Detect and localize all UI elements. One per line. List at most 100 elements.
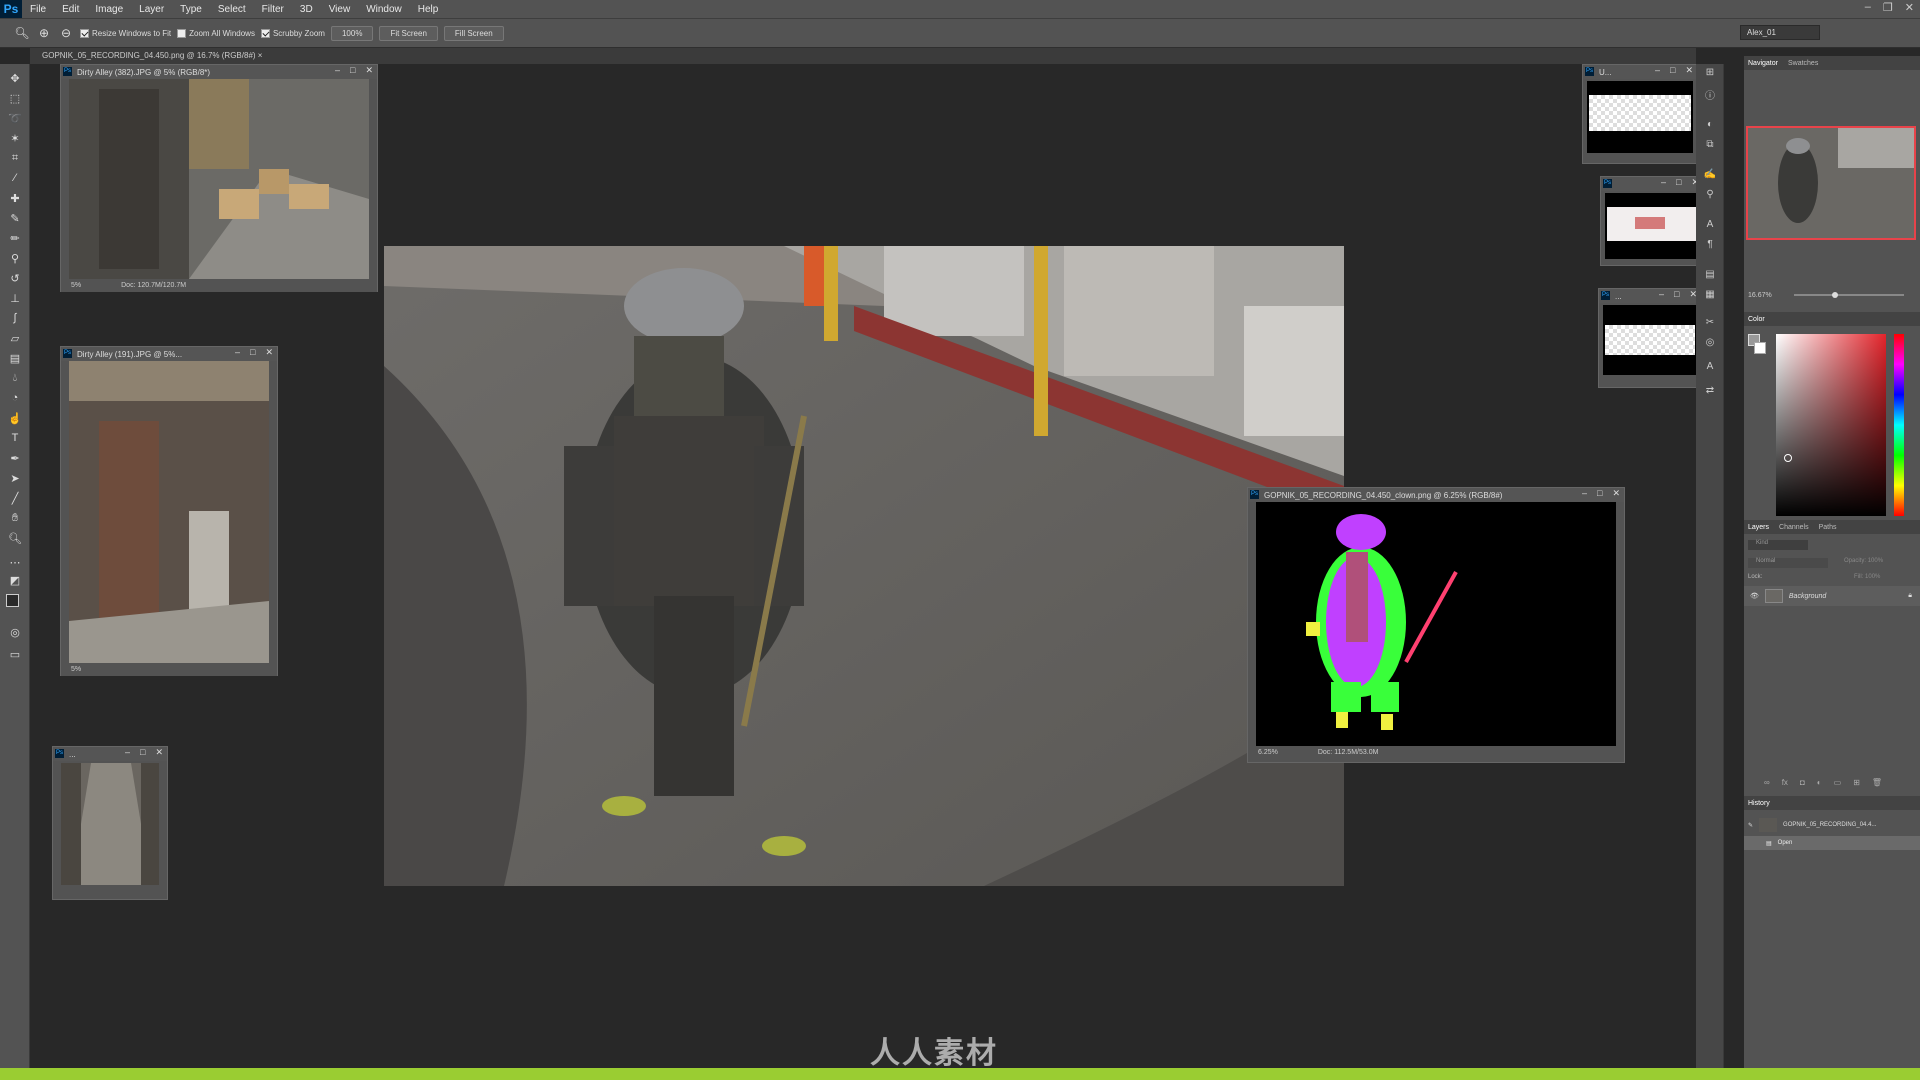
close-icon[interactable]: ✕ <box>1905 1 1914 14</box>
pen-tool-icon[interactable]: ✒ <box>6 450 24 466</box>
pencil-tool-icon[interactable]: ✏ <box>6 230 24 246</box>
minimize-icon[interactable]: – <box>1865 1 1871 14</box>
layer-kind-filter[interactable]: Kind <box>1748 540 1808 550</box>
document-window-u3[interactable]: Ps... – □ ✕ <box>1598 288 1702 388</box>
maximize-icon[interactable]: □ <box>140 747 145 758</box>
marquee-tool-icon[interactable]: ⬚ <box>6 90 24 106</box>
notes-panel-icon[interactable]: ▦ <box>1702 286 1718 302</box>
menu-type[interactable]: Type <box>172 4 210 15</box>
new-group-icon[interactable]: ▭ <box>1834 778 1842 787</box>
maximize-icon[interactable]: □ <box>1674 289 1679 300</box>
minimize-icon[interactable]: – <box>1582 488 1587 499</box>
hue-slider[interactable] <box>1894 334 1904 516</box>
document-tab[interactable]: GOPNIK_05_RECORDING_04.450.png @ 16.7% (… <box>38 51 266 60</box>
scrubby-zoom-checkbox[interactable]: Scrubby Zoom <box>260 28 325 38</box>
link-layers-icon[interactable]: ∞ <box>1764 778 1770 787</box>
zoom-in-icon[interactable]: ⊕ <box>36 25 52 41</box>
fx-icon[interactable]: fx <box>1782 778 1788 787</box>
3d-panel-icon[interactable]: ◎ <box>1702 334 1718 350</box>
gradient-tool-icon[interactable]: ▤ <box>6 350 24 366</box>
delete-layer-icon[interactable]: 🗑︎ <box>1872 778 1882 787</box>
eraser-tool-icon[interactable]: ▱ <box>6 330 24 346</box>
eye-visibility-icon[interactable]: 👁︎ <box>1750 592 1759 600</box>
line-tool-icon[interactable]: ╱ <box>6 490 24 506</box>
clone-stamp-tool-icon[interactable]: ⚲ <box>6 250 24 266</box>
close-icon[interactable]: ✕ <box>1612 488 1620 499</box>
document-window-u2[interactable]: Ps –□✕ <box>1600 176 1704 266</box>
zoom-tool-icon[interactable]: 🔍︎ <box>14 25 30 41</box>
minimize-icon[interactable]: – <box>125 747 130 758</box>
tab-history[interactable]: History <box>1748 800 1770 807</box>
close-icon[interactable]: ✕ <box>155 747 163 758</box>
layer-name[interactable]: Background <box>1789 593 1826 600</box>
menu-image[interactable]: Image <box>87 4 131 15</box>
minimize-icon[interactable]: – <box>1655 65 1660 76</box>
eyedropper-tool-icon[interactable]: ⁄ <box>6 170 24 186</box>
blend-mode-select[interactable]: Normal <box>1748 558 1828 568</box>
maximize-icon[interactable]: □ <box>350 65 355 76</box>
brush-tool-icon[interactable]: ✎ <box>6 210 24 226</box>
opacity-value[interactable]: 100% <box>1868 558 1883 564</box>
close-icon[interactable]: ✕ <box>365 65 373 76</box>
zoom-out-icon[interactable]: ⊖ <box>58 25 74 41</box>
layer-row-background[interactable]: 👁︎ Background 🔒︎ <box>1744 586 1920 606</box>
new-layer-icon[interactable]: ⊞ <box>1853 778 1860 787</box>
workspace-select[interactable]: Alex_01 <box>1740 25 1820 40</box>
fill-screen-button[interactable]: Fill Screen <box>443 25 504 41</box>
menu-select[interactable]: Select <box>210 4 254 15</box>
lasso-tool-icon[interactable]: ➰ <box>6 110 24 126</box>
fit-screen-button[interactable]: Fit Screen <box>379 25 438 41</box>
properties-panel-icon[interactable]: ⇄ <box>1702 382 1718 398</box>
close-icon[interactable]: ✕ <box>265 347 273 358</box>
default-colors-icon[interactable]: ◩ <box>6 572 24 588</box>
menu-help[interactable]: Help <box>410 4 447 15</box>
history-open-row[interactable]: ▤ Open <box>1744 836 1920 850</box>
minimize-icon[interactable]: – <box>1661 177 1666 188</box>
add-mask-icon[interactable]: ◘ <box>1800 778 1805 787</box>
restore-icon[interactable]: ❐ <box>1883 1 1893 14</box>
layer-comps-panel-icon[interactable]: ▤ <box>1702 266 1718 282</box>
minimize-icon[interactable]: – <box>1659 289 1664 300</box>
maximize-icon[interactable]: □ <box>1676 177 1681 188</box>
zoom-tool-icon[interactable]: 🔍︎ <box>6 530 24 546</box>
navigator-preview[interactable] <box>1746 126 1916 240</box>
type-tool-icon[interactable]: T <box>6 430 24 446</box>
more-tools-icon[interactable]: ⋯ <box>6 554 24 570</box>
menu-layer[interactable]: Layer <box>131 4 172 15</box>
healing-tool-icon[interactable]: ✚ <box>6 190 24 206</box>
crop-tool-icon[interactable]: ⌗ <box>6 150 24 166</box>
color-picker-field[interactable] <box>1776 334 1886 516</box>
main-artwork-image[interactable] <box>384 246 1344 886</box>
minimize-icon[interactable]: – <box>335 65 340 76</box>
tab-navigator[interactable]: Navigator <box>1748 60 1778 67</box>
screen-mode-icon[interactable]: ▭ <box>6 646 24 662</box>
move-tool-icon[interactable]: ✥ <box>6 70 24 86</box>
foreground-color-swatch[interactable] <box>6 594 19 607</box>
magic-wand-tool-icon[interactable]: ✶ <box>6 130 24 146</box>
history-brush-source-icon[interactable]: ✎ <box>1748 822 1753 829</box>
maximize-icon[interactable]: □ <box>1670 65 1675 76</box>
dodge-tool-icon[interactable]: ◔ <box>6 390 24 406</box>
hand-tool-icon[interactable]: ✋︎ <box>6 510 24 526</box>
tab-paths[interactable]: Paths <box>1819 524 1837 531</box>
history-panel-icon[interactable]: ⊞ <box>1702 64 1718 80</box>
minimize-icon[interactable]: – <box>235 347 240 358</box>
resize-windows-checkbox[interactable]: Resize Windows to Fit <box>80 28 171 38</box>
zoom-all-checkbox[interactable]: Zoom All Windows <box>177 28 255 38</box>
zoom-100-button[interactable]: 100% <box>330 25 374 41</box>
blur-tool-icon[interactable]: 💧︎ <box>6 370 24 386</box>
close-icon[interactable]: ✕ <box>1685 65 1693 76</box>
menu-view[interactable]: View <box>321 4 359 15</box>
path-selection-tool-icon[interactable]: ➤ <box>6 470 24 486</box>
tab-swatches[interactable]: Swatches <box>1788 60 1818 67</box>
adjustments-panel-icon[interactable]: ◐ <box>1702 116 1718 132</box>
maximize-icon[interactable]: □ <box>250 347 255 358</box>
menu-file[interactable]: File <box>22 4 54 15</box>
character-panel-icon[interactable]: A <box>1702 216 1718 232</box>
clone-source-panel-icon[interactable]: ⚲ <box>1702 186 1718 202</box>
tab-layers[interactable]: Layers <box>1748 524 1769 531</box>
menu-window[interactable]: Window <box>358 4 410 15</box>
brush-panel-icon[interactable]: ✍ <box>1702 166 1718 182</box>
navigator-zoom-value[interactable]: 16.67% <box>1748 292 1772 299</box>
history-snapshot-row[interactable]: ✎ GOPNIK_05_RECORDING_04.4... <box>1744 816 1920 834</box>
